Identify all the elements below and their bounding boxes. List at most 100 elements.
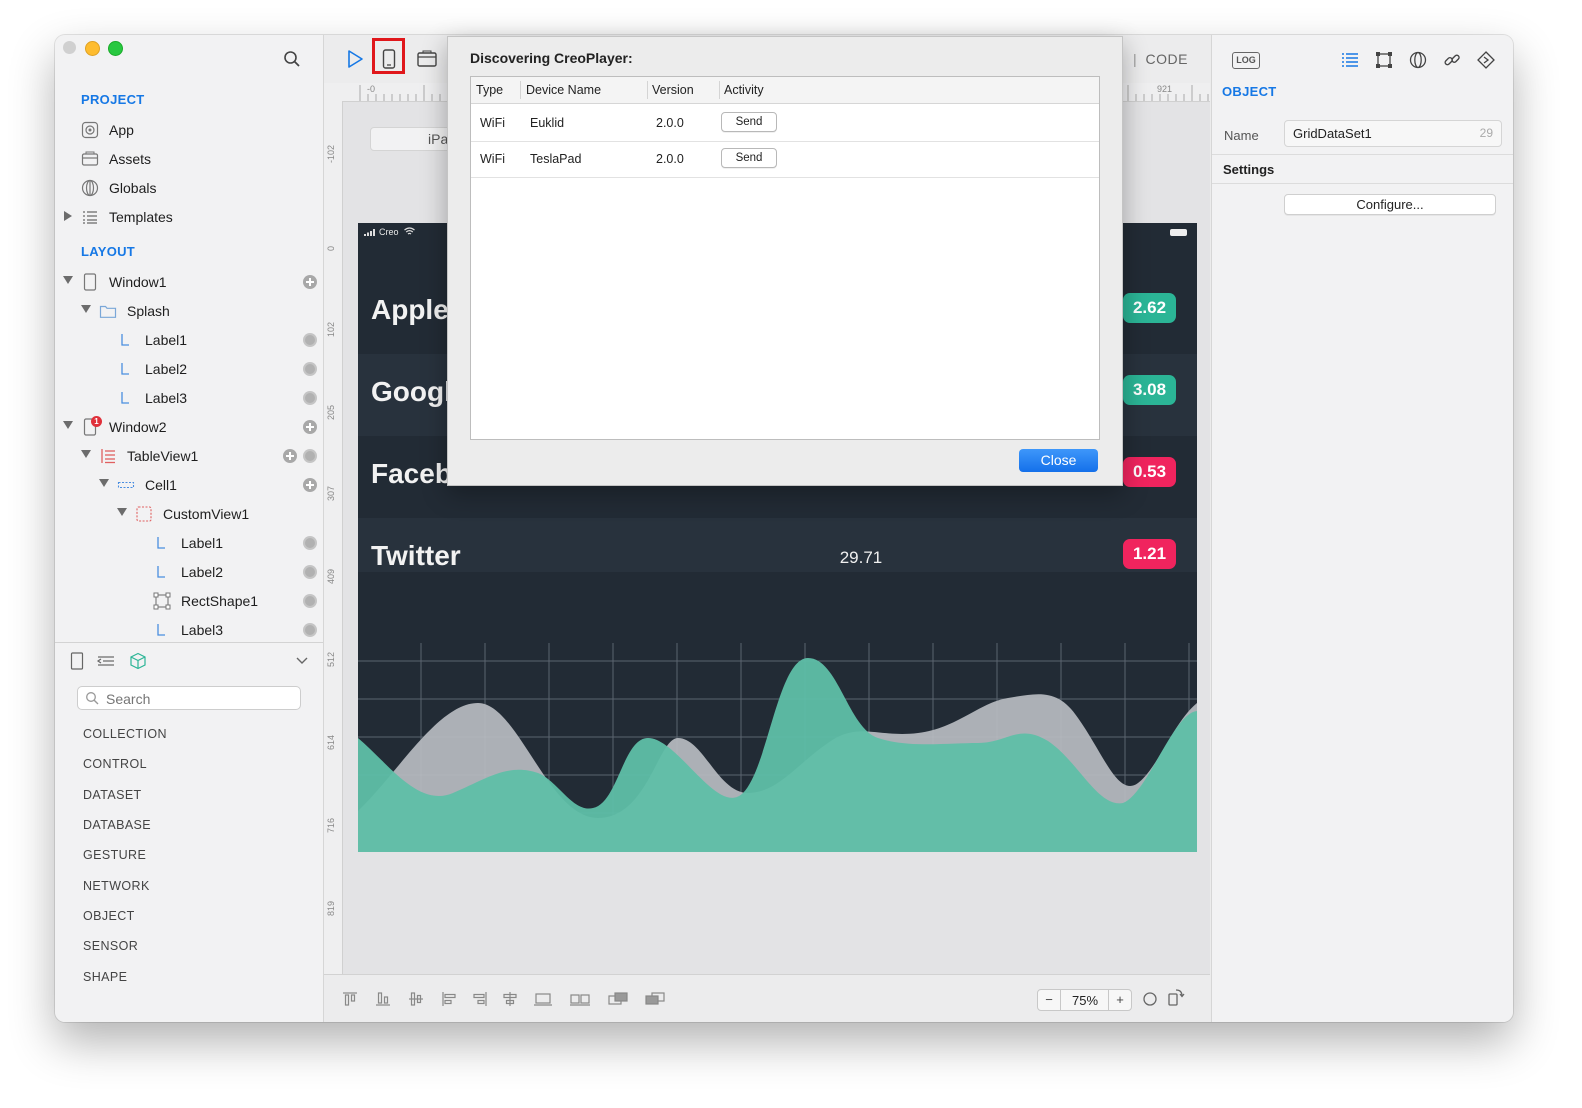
rectshape-icon xyxy=(153,592,171,610)
zoom-value[interactable]: 75% xyxy=(1061,993,1109,1008)
disclosure-right-icon[interactable] xyxy=(64,211,72,221)
add-child-button[interactable] xyxy=(303,275,317,289)
ruler-v-label: 614 xyxy=(326,734,336,750)
device-tab-icon[interactable] xyxy=(68,652,86,670)
add-child-button[interactable] xyxy=(303,478,317,492)
link-icon[interactable] xyxy=(1443,51,1461,69)
category-object[interactable]: OBJECT xyxy=(83,909,135,923)
preview-shape-icon[interactable] xyxy=(1142,991,1158,1007)
rotate-device-icon[interactable] xyxy=(1166,987,1186,1007)
window-minimize-button[interactable] xyxy=(85,41,100,56)
tab-code[interactable]: CODE xyxy=(1146,51,1188,67)
category-database[interactable]: DATABASE xyxy=(83,818,151,832)
log-button[interactable]: LOG xyxy=(1232,52,1260,69)
column-header-device[interactable]: Device Name xyxy=(526,83,601,97)
visibility-toggle[interactable] xyxy=(303,623,317,637)
column-header-activity[interactable]: Activity xyxy=(724,83,764,97)
visibility-toggle[interactable] xyxy=(303,449,317,463)
visibility-toggle[interactable] xyxy=(303,333,317,347)
devices-table: Type Device Name Version Activity WiFi E… xyxy=(470,76,1100,440)
visibility-toggle[interactable] xyxy=(303,594,317,608)
layout-item-window1[interactable]: Window1 xyxy=(55,268,323,296)
objects-tab-icon[interactable] xyxy=(129,652,147,670)
layout-item-customview1[interactable]: CustomView1 xyxy=(55,500,323,528)
category-sensor[interactable]: SENSOR xyxy=(83,939,138,953)
disclosure-down-icon[interactable] xyxy=(63,276,73,284)
play-icon[interactable] xyxy=(344,48,366,70)
category-collection[interactable]: COLLECTION xyxy=(83,727,167,741)
library-search-input[interactable] xyxy=(104,689,293,708)
category-dataset[interactable]: DATASET xyxy=(83,788,142,802)
column-header-type[interactable]: Type xyxy=(476,83,503,97)
visibility-toggle[interactable] xyxy=(303,536,317,550)
align-top-icon[interactable] xyxy=(342,991,358,1007)
disclosure-down-icon[interactable] xyxy=(81,450,91,458)
align-left-icon[interactable] xyxy=(441,991,457,1007)
table-row[interactable]: WiFi TeslaPad 2.0.0 Send xyxy=(471,141,1099,178)
properties-list-icon[interactable] xyxy=(1341,51,1359,69)
add-child-button[interactable] xyxy=(283,449,297,463)
send-back-icon[interactable] xyxy=(644,991,666,1007)
label-icon xyxy=(157,624,165,636)
disclosure-down-icon[interactable] xyxy=(117,508,127,516)
visibility-toggle[interactable] xyxy=(303,391,317,405)
layout-item-label: TableView1 xyxy=(127,448,199,464)
send-button[interactable]: Send xyxy=(721,112,777,132)
disclosure-down-icon[interactable] xyxy=(99,479,109,487)
category-shape[interactable]: SHAPE xyxy=(83,970,127,984)
cell-device: Euklid xyxy=(530,116,565,130)
align-bottom-icon[interactable] xyxy=(375,991,391,1007)
window-close-button[interactable] xyxy=(63,41,76,54)
layout-item-label3[interactable]: Label3 xyxy=(55,384,323,412)
events-icon[interactable] xyxy=(1477,51,1495,69)
layout-item-label: Label1 xyxy=(145,332,188,348)
layout-item-label1[interactable]: Label1 xyxy=(55,326,323,354)
layout-item-label3-nested[interactable]: Label3 xyxy=(55,616,323,644)
add-child-button[interactable] xyxy=(303,420,317,434)
simulator-icon[interactable] xyxy=(416,48,438,70)
layout-item-window2[interactable]: 1 Window2 xyxy=(55,413,323,441)
visibility-toggle[interactable] xyxy=(303,362,317,376)
layout-item-label2[interactable]: Label2 xyxy=(55,355,323,383)
zoom-in-button[interactable]: + xyxy=(1108,990,1131,1010)
visibility-toggle[interactable] xyxy=(303,565,317,579)
layout-item-label2-nested[interactable]: Label2 xyxy=(55,558,323,586)
layout-item-label1-nested[interactable]: Label1 xyxy=(55,529,323,557)
table-row[interactable]: Twitter 29.71 1.21 xyxy=(358,518,1197,572)
category-network[interactable]: NETWORK xyxy=(83,879,150,893)
distribute-icon[interactable] xyxy=(533,991,553,1007)
area-chart xyxy=(358,643,1197,852)
project-item-globals[interactable]: Globals xyxy=(55,174,323,202)
disclosure-down-icon[interactable] xyxy=(63,421,73,429)
bring-front-icon[interactable] xyxy=(607,991,629,1007)
align-hcenter-icon[interactable] xyxy=(502,991,518,1007)
controls-tab-icon[interactable] xyxy=(96,652,116,670)
disclosure-down-icon[interactable] xyxy=(81,305,91,313)
label-icon xyxy=(157,566,165,578)
search-icon[interactable] xyxy=(283,50,301,68)
chevron-down-icon[interactable] xyxy=(295,656,309,666)
group-icon[interactable] xyxy=(569,991,591,1007)
layout-item-cell1[interactable]: Cell1 xyxy=(55,471,323,499)
project-item-app[interactable]: App xyxy=(55,116,323,144)
library-search[interactable] xyxy=(77,686,301,710)
close-button[interactable]: Close xyxy=(1019,449,1098,472)
align-right-icon[interactable] xyxy=(472,991,488,1007)
appearance-icon[interactable] xyxy=(1409,51,1427,69)
send-button[interactable]: Send xyxy=(721,148,777,168)
name-field[interactable]: GridDataSet1 29 xyxy=(1284,120,1502,147)
align-vcenter-icon[interactable] xyxy=(408,991,424,1007)
category-gesture[interactable]: GESTURE xyxy=(83,848,146,862)
configure-button[interactable]: Configure... xyxy=(1284,194,1496,215)
layout-item-rectshape1[interactable]: RectShape1 xyxy=(55,587,323,615)
category-control[interactable]: CONTROL xyxy=(83,757,147,771)
window-zoom-button[interactable] xyxy=(108,41,123,56)
layout-item-splash[interactable]: Splash xyxy=(55,297,323,325)
layout-item-tableview1[interactable]: TableView1 xyxy=(55,442,323,470)
column-header-version[interactable]: Version xyxy=(652,83,694,97)
zoom-out-button[interactable]: − xyxy=(1038,990,1061,1010)
geometry-icon[interactable] xyxy=(1375,51,1393,69)
table-row[interactable]: WiFi Euklid 2.0.0 Send xyxy=(471,105,1099,142)
project-item-assets[interactable]: Assets xyxy=(55,145,323,173)
project-item-templates[interactable]: Templates xyxy=(55,203,323,231)
